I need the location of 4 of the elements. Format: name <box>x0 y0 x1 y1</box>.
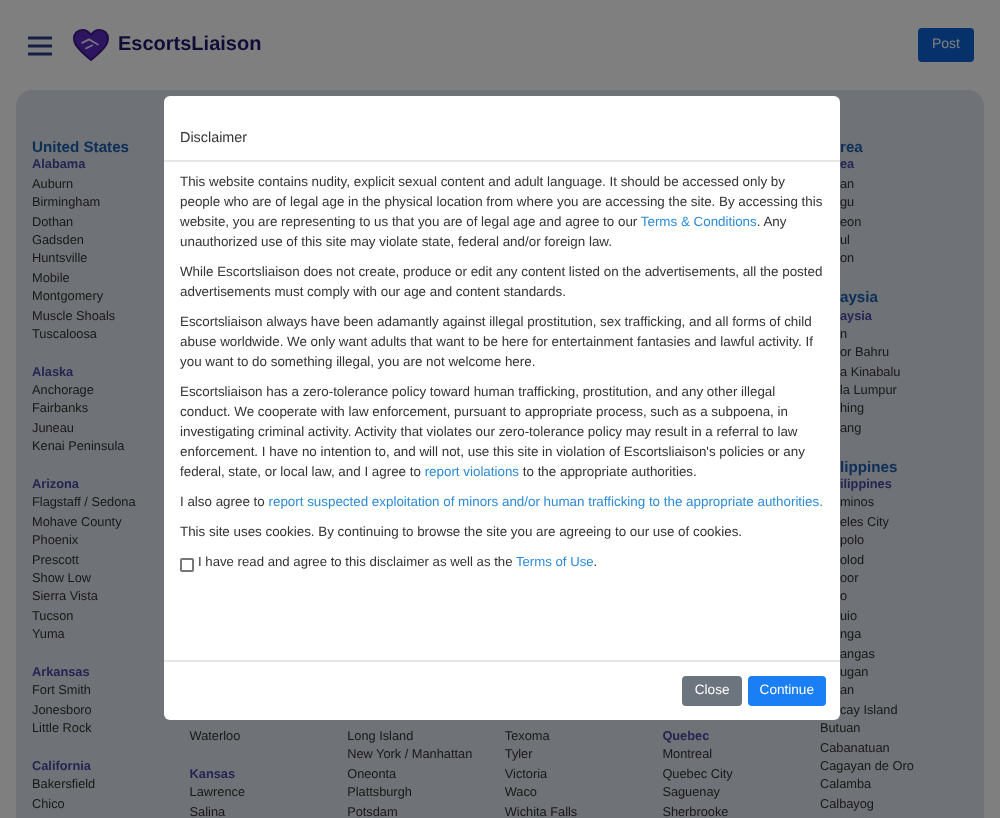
agree-checkbox[interactable] <box>180 557 194 571</box>
heart-icon <box>72 28 110 62</box>
brand-name[interactable]: EscortsLiaison <box>118 34 262 56</box>
menu-icon[interactable] <box>28 35 52 55</box>
